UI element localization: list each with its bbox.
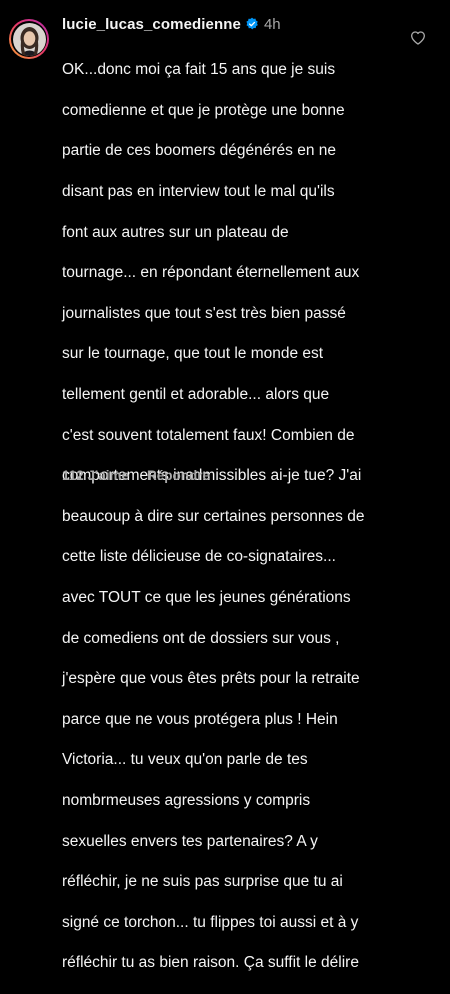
comment-line: réfléchir, je ne suis pas surprise que t… <box>62 873 343 891</box>
comment-line: sur le tournage, que tout le monde est <box>62 345 324 363</box>
heart-outline-icon[interactable] <box>410 30 426 46</box>
comment-line: journalistes que tout s'est très bien pa… <box>62 304 346 322</box>
verified-badge-icon <box>245 17 259 31</box>
comment-line: tellement gentil et adorable... alors qu… <box>62 386 330 404</box>
comment-line: Victoria... tu veux qu'on parle de tes <box>62 751 308 769</box>
comment-line: c'est souvent totalement faux! Combien d… <box>62 426 355 444</box>
comment-line: sexuelles envers tes partenaires? A y <box>62 832 318 850</box>
comment-line: font aux autres sur un plateau de <box>62 223 289 241</box>
comment-line: tournage... en répondant éternellement a… <box>62 264 360 282</box>
reply-button[interactable]: Répondre <box>147 468 210 483</box>
comment-content: lucie_lucas_comedienne 4h OK...donc moi … <box>62 12 402 994</box>
likes-count-link[interactable]: 112 J'aime <box>62 468 129 483</box>
comment-line: réfléchir tu as bien raison. Ça suffit l… <box>62 954 359 972</box>
comment-actions: 112 J'aime Répondre <box>62 468 228 483</box>
avatar-photo <box>12 22 46 56</box>
comment-timestamp: 4h <box>263 15 281 33</box>
comment-line: beaucoup à dire sur certaines personnes … <box>62 507 365 525</box>
comment-line: OK...donc moi ça fait 15 ans que je suis <box>62 61 336 79</box>
comment-line: parce que ne vous protégera plus ! Hein <box>62 710 338 728</box>
comment-line: j'espère que vous êtes prêts pour la ret… <box>62 670 360 688</box>
avatar[interactable] <box>9 19 49 59</box>
comment-line: signé ce torchon... tu flippes toi aussi… <box>62 913 359 931</box>
comment-line: cette liste délicieuse de co-signataires… <box>62 548 336 566</box>
comment-line: disant pas en interview tout le mal qu'i… <box>62 183 335 201</box>
avatar-ring <box>11 21 47 57</box>
comment-line: comedienne et que je protège une bonne <box>62 101 345 119</box>
username-link[interactable]: lucie_lucas_comedienne <box>62 16 241 33</box>
comment-text: OK...donc moi ça fait 15 ans que je suis… <box>62 40 402 994</box>
comment-line: avec TOUT ce que les jeunes générations <box>62 589 351 607</box>
comment-line: de comediens ont de dossiers sur vous , <box>62 629 340 647</box>
comment-header: lucie_lucas_comedienne 4h <box>62 12 402 36</box>
comment-line: partie de ces boomers dégénérés en ne <box>62 142 337 160</box>
comment-line: nombrmeuses agressions y compris <box>62 791 311 809</box>
comment: lucie_lucas_comedienne 4h OK...donc moi … <box>0 0 450 971</box>
